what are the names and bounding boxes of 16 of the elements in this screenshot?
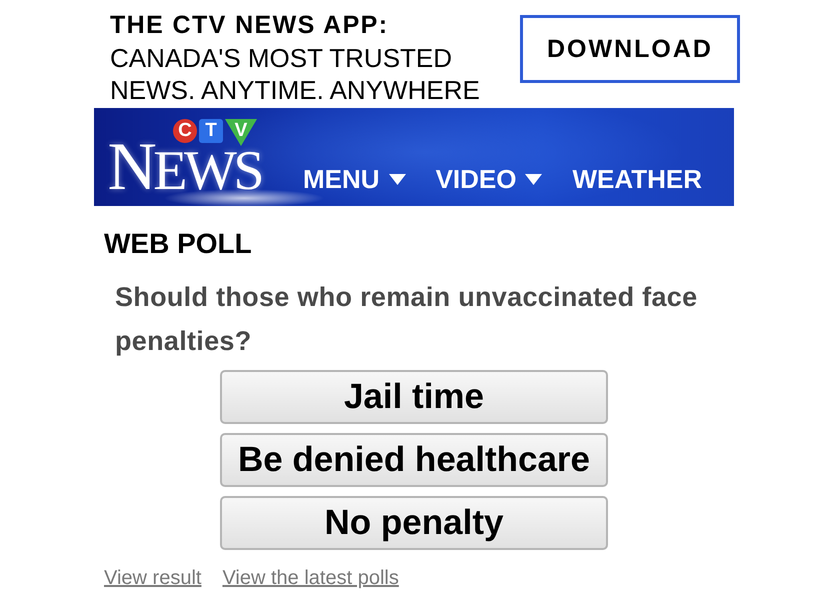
poll-link[interactable]: View the latest polls	[222, 566, 399, 590]
promo-tagline: CANADA'S MOST TRUSTED NEWS. ANYTIME. ANYWHERE	[110, 42, 481, 106]
poll-link[interactable]: View result	[104, 566, 202, 590]
poll-question: Should those who remain unvaccinated face penalties?	[115, 281, 698, 358]
poll-option-button[interactable]: Be denied healthcare	[220, 433, 608, 487]
promo-headline: THE CTV NEWS APP:	[110, 10, 390, 40]
poll-option-button[interactable]: No penalty	[220, 496, 608, 550]
logo-letter: V	[225, 119, 257, 146]
nav-link[interactable]: WEATHER	[572, 164, 702, 194]
nav-link[interactable]: MENU	[303, 164, 406, 194]
nav-link[interactable]: VIDEO	[436, 164, 542, 194]
download-button[interactable]: DOWNLOAD	[520, 15, 740, 83]
poll-title: WEB POLL	[104, 228, 253, 260]
logo-letter: C	[173, 119, 197, 143]
logo-letter: T	[199, 119, 223, 143]
poll-option-button[interactable]: Jail time	[220, 370, 608, 424]
